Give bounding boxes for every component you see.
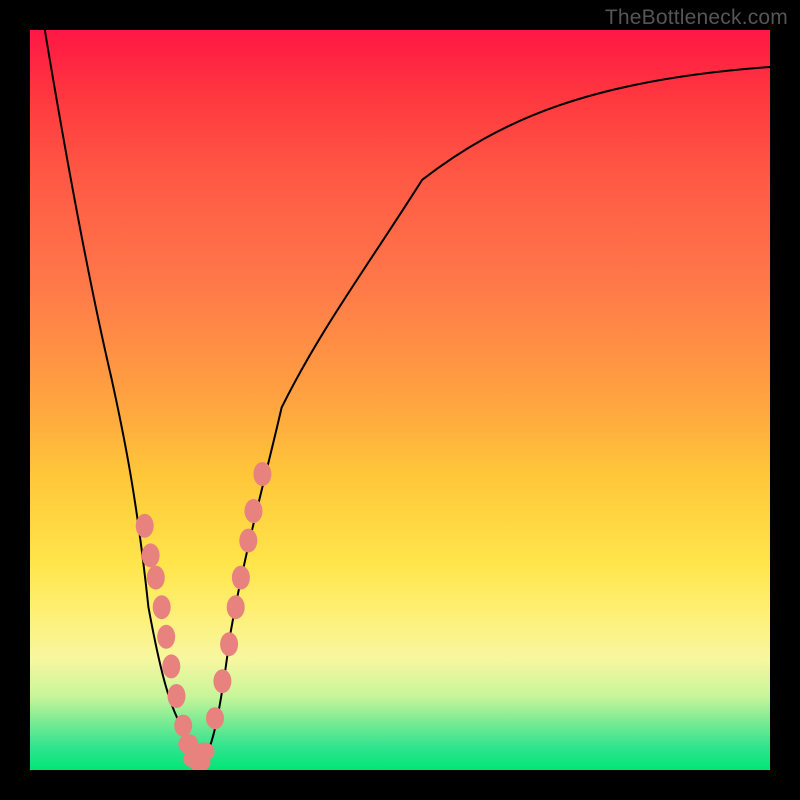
curve-marker [239,529,257,553]
chart-frame: TheBottleneck.com [0,0,800,800]
curve-marker [227,595,245,619]
curve-marker [153,595,171,619]
curve-marker [162,654,180,678]
chart-svg [30,30,770,770]
curve-marker [142,543,160,567]
curve-marker [168,684,186,708]
bottleneck-curve [45,30,770,766]
curve-marker [245,499,263,523]
curve-marker [253,462,271,486]
curve-marker [232,566,250,590]
plot-area [30,30,770,770]
curve-marker [157,625,175,649]
curve-marker [174,715,192,737]
curve-marker [195,743,215,761]
curve-marker [136,514,154,538]
curve-marker [206,707,224,729]
marker-group [136,462,272,770]
watermark-text: TheBottleneck.com [605,6,788,30]
curve-marker [220,632,238,656]
curve-marker [213,669,231,693]
curve-marker [147,566,165,590]
